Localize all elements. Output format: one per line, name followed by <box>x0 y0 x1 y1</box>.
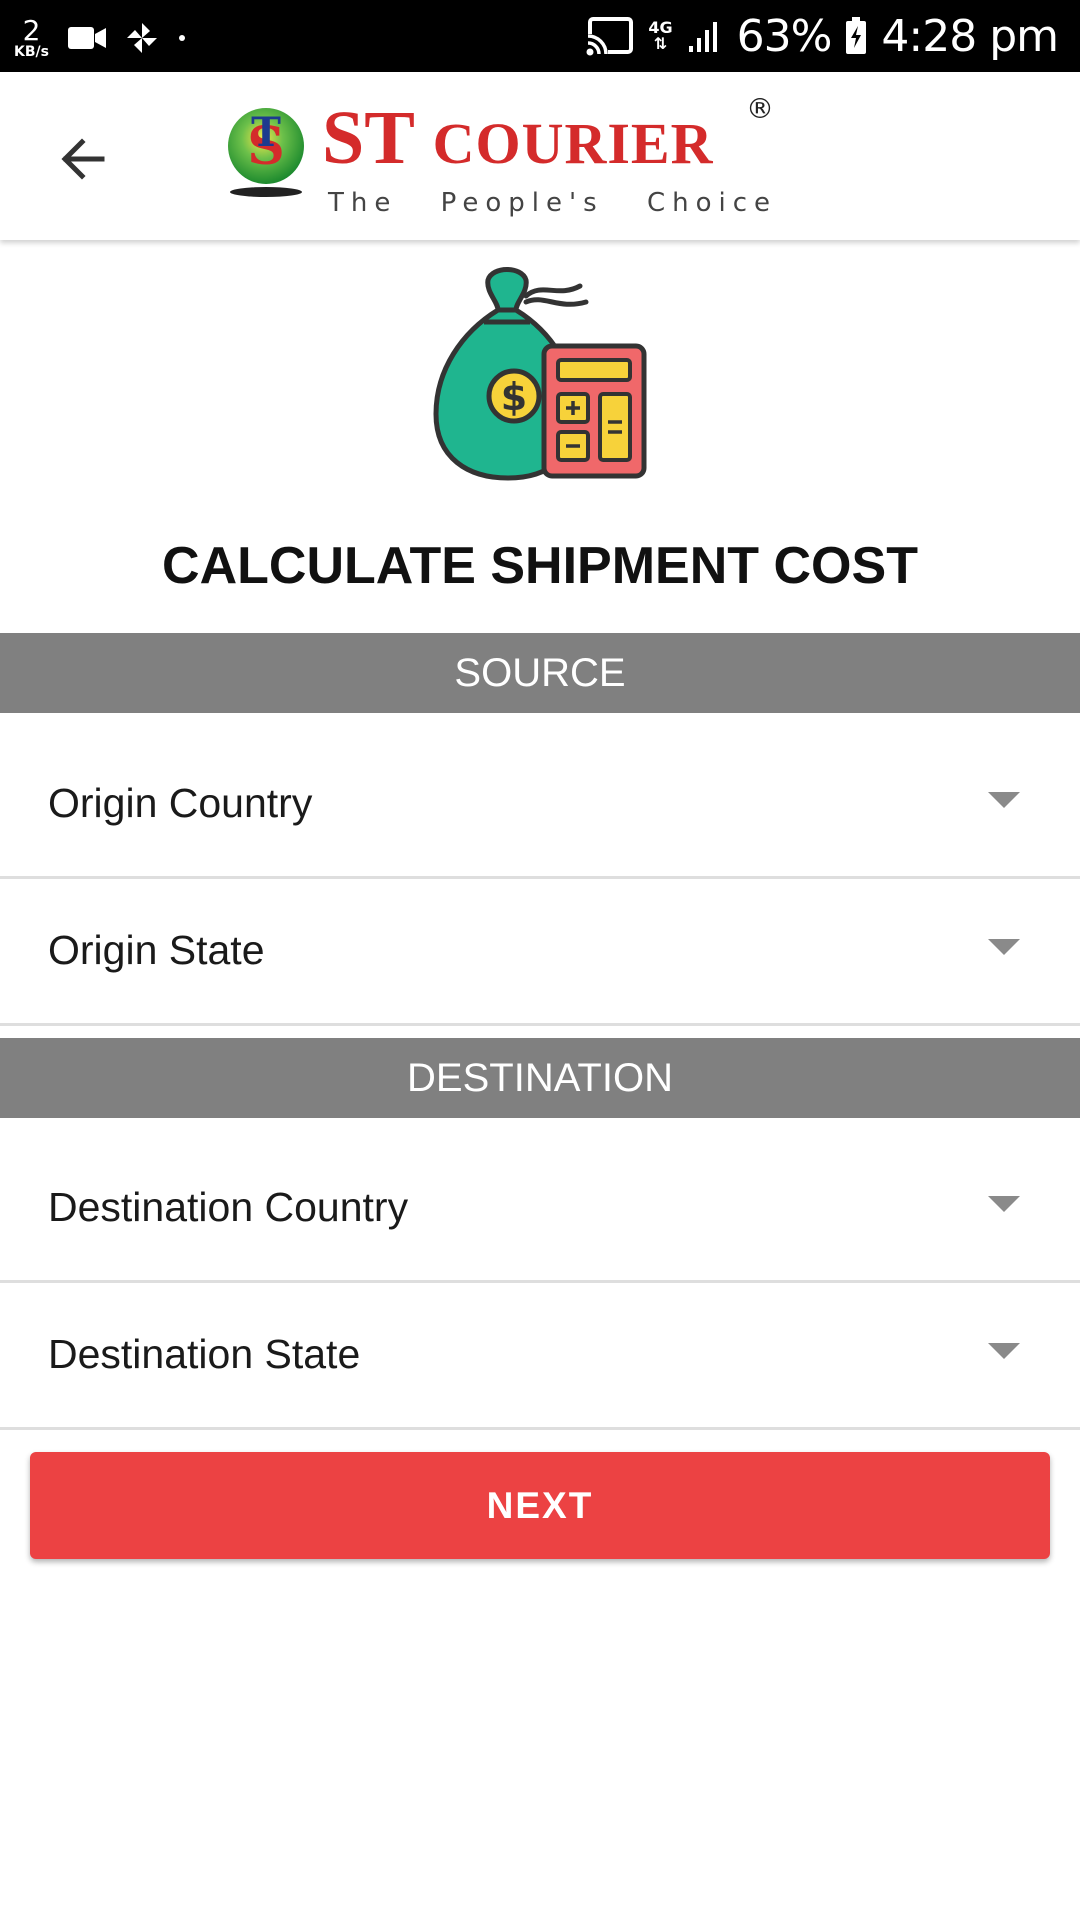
video-camera-icon <box>67 27 106 49</box>
svg-text:T: T <box>251 109 281 156</box>
pinwheel-icon <box>126 23 157 53</box>
cast-icon <box>586 17 634 56</box>
back-button[interactable] <box>50 124 120 194</box>
dropdown-arrow-icon <box>988 1343 1020 1359</box>
source-section-header: SOURCE <box>0 633 1080 713</box>
st-courier-logo: S T ST COURIER ® The People's Choice <box>222 92 782 222</box>
network-speed-value: 2 <box>22 14 41 47</box>
app-bar: S T ST COURIER ® The People's Choice <box>0 72 1080 240</box>
notification-dot-icon <box>178 35 185 41</box>
network-speed: 2 KB/s <box>14 14 49 60</box>
destination-state-label: Destination State <box>48 1331 361 1377</box>
logo-wordmark: ST COURIER <box>322 100 714 176</box>
page-title: CALCULATE SHIPMENT COST <box>162 537 918 595</box>
dropdown-arrow-icon <box>988 792 1020 808</box>
arrow-left-icon <box>61 138 105 180</box>
battery-charging-icon <box>846 17 867 54</box>
origin-country-label: Origin Country <box>48 780 313 826</box>
logo-title-big: ST <box>322 96 433 180</box>
dropdown-arrow-icon <box>988 939 1020 955</box>
battery-percent: 63% <box>736 10 833 62</box>
data-arrows-icon: ⇅ <box>653 34 668 53</box>
origin-country-select[interactable]: Origin Country <box>0 730 1080 879</box>
destination-state-select[interactable]: Destination State <box>0 1281 1080 1430</box>
origin-state-label: Origin State <box>48 927 265 973</box>
dropdown-arrow-icon <box>988 1196 1020 1212</box>
clock: 4:28 pm <box>881 10 1059 62</box>
destination-country-select[interactable]: Destination Country <box>0 1134 1080 1283</box>
origin-state-select[interactable]: Origin State <box>0 877 1080 1026</box>
destination-section-header: DESTINATION <box>0 1038 1080 1118</box>
destination-country-label: Destination Country <box>48 1184 409 1230</box>
network-type: 4G ⇅ <box>648 20 672 52</box>
globe-logo-icon: S T <box>228 108 304 197</box>
status-left: 2 KB/s <box>14 10 187 66</box>
svg-text:$: $ <box>501 375 527 419</box>
registered-mark: ® <box>746 92 774 125</box>
next-button[interactable]: NEXT <box>30 1452 1050 1559</box>
logo-tagline: The People's Choice <box>328 188 778 218</box>
network-speed-unit: KB/s <box>14 44 49 60</box>
signal-icon <box>688 22 717 52</box>
logo-title-small: COURIER <box>432 111 714 176</box>
status-right: 4G ⇅ 63% 4:28 pm <box>586 0 1059 72</box>
money-bag-calculator-icon: $ <box>433 267 647 481</box>
status-bar: 2 KB/s 4G ⇅ 63% 4:28 pm <box>0 0 1080 72</box>
